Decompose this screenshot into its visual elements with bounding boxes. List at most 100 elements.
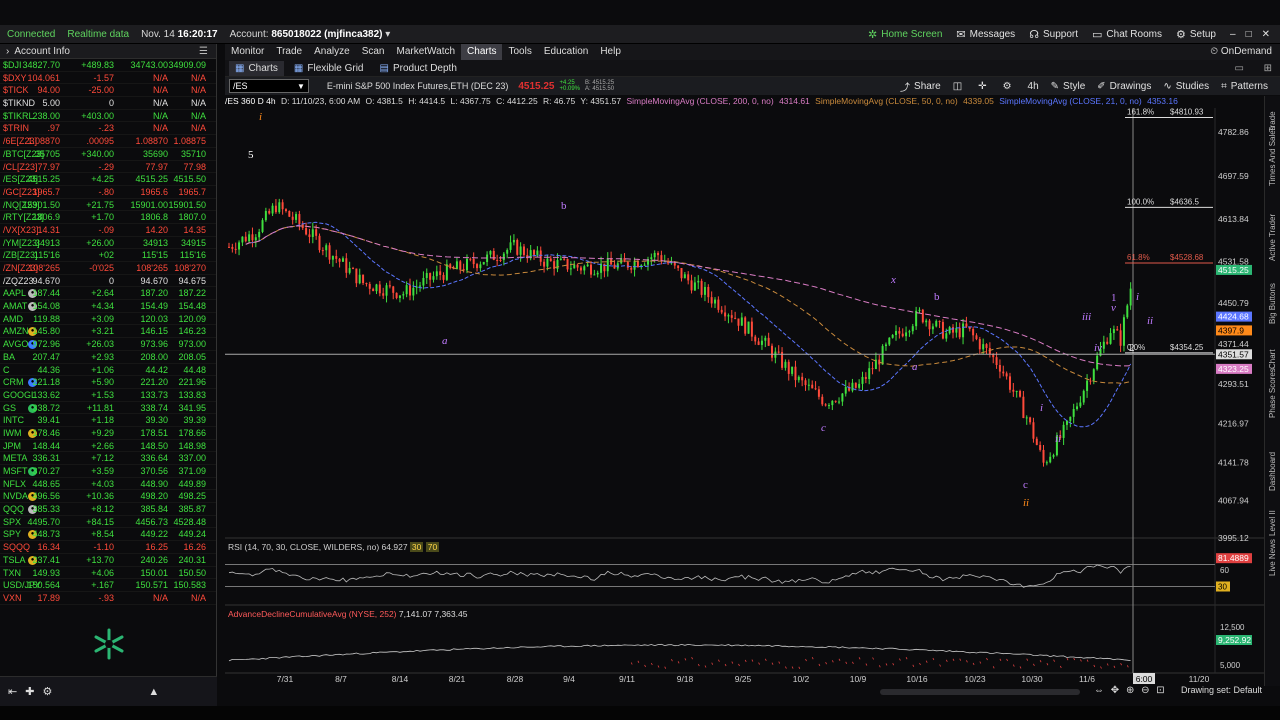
- watchlist-symbol[interactable]: NFLX: [3, 478, 26, 491]
- watchlist-symbol[interactable]: VXN: [3, 592, 22, 605]
- watchlist-row[interactable]: CRM ● 221.18 +5.90 221.20 221.96: [0, 376, 216, 389]
- account-info-header[interactable]: › Account Info ☰: [0, 44, 216, 59]
- watchlist-row[interactable]: /YM[Z23] 34913 +26.00 34913 34915: [0, 237, 216, 250]
- watchlist-symbol[interactable]: $TICK: [3, 84, 29, 97]
- watchlist-row[interactable]: /ES[Z23] 4515.25 +4.25 4515.25 4515.50: [0, 173, 216, 186]
- fit-icon[interactable]: ⇔: [1094, 685, 1104, 696]
- watchlist-symbol[interactable]: QQQ: [3, 503, 24, 516]
- watchlist-symbol[interactable]: $TIKND: [3, 97, 35, 110]
- studies-button[interactable]: ∿ Studies: [1163, 81, 1209, 92]
- scroll-up-icon[interactable]: ▲: [148, 686, 159, 698]
- tab-product-depth[interactable]: ▤ Product Depth: [374, 61, 463, 76]
- zoom-in-icon[interactable]: ⊕: [1126, 685, 1134, 696]
- collapse-icon[interactable]: ⇤: [8, 685, 17, 698]
- horizontal-scrollbar[interactable]: [880, 689, 1080, 695]
- sma50-label[interactable]: SimpleMovingAvg (CLOSE, 50, 0, no): [815, 96, 958, 106]
- watchlist-symbol[interactable]: BA: [3, 351, 15, 364]
- watchlist-row[interactable]: META 336.31 +7.12 336.64 337.00: [0, 452, 216, 465]
- timeframe-select[interactable]: 4h: [1028, 81, 1039, 92]
- watchlist-symbol[interactable]: C: [3, 364, 10, 377]
- watchlist-row[interactable]: SQQQ 16.34 -1.10 16.25 16.26: [0, 541, 216, 554]
- watchlist-row[interactable]: BA 207.47 +2.93 208.00 208.05: [0, 351, 216, 364]
- dropdown-icon[interactable]: ▼: [297, 82, 305, 91]
- watchlist-row[interactable]: TXN 149.93 +4.06 150.01 150.50: [0, 567, 216, 580]
- reset-icon[interactable]: ⊡: [1156, 685, 1164, 696]
- add-icon[interactable]: ✚: [25, 685, 34, 698]
- move-icon[interactable]: ✥: [1111, 685, 1119, 696]
- menu-charts[interactable]: Charts: [461, 44, 503, 60]
- watchlist-symbol[interactable]: AVGO: [3, 338, 28, 351]
- ondemand-button[interactable]: ⏲ OnDemand: [1210, 44, 1272, 60]
- menu-tools[interactable]: Tools: [502, 44, 537, 60]
- watchlist-symbol[interactable]: AAPL: [3, 287, 26, 300]
- watchlist-row[interactable]: AAPL ● 187.44 +2.64 187.20 187.22: [0, 287, 216, 301]
- menu-education[interactable]: Education: [538, 44, 594, 60]
- watchlist-row[interactable]: $DJI 34827.70 +489.83 34743.00 34909.09: [0, 59, 216, 72]
- watchlist-symbol[interactable]: SQQQ: [3, 541, 30, 554]
- watchlist-symbol[interactable]: $TIKRL: [3, 110, 34, 123]
- watchlist-symbol[interactable]: META: [3, 452, 27, 465]
- watchlist-symbol[interactable]: AMD: [3, 313, 23, 326]
- tab-flexible-grid[interactable]: ▦ Flexible Grid: [288, 61, 370, 76]
- zoom-out-icon[interactable]: ⊖: [1141, 685, 1149, 696]
- watchlist-row[interactable]: /RTY[Z23] 1806.9 +1.70 1806.8 1807.0: [0, 211, 216, 224]
- watchlist-row[interactable]: $TICK 94.00 -25.00 N/A N/A: [0, 84, 216, 98]
- maximize-icon[interactable]: □: [1246, 29, 1252, 40]
- watchlist-row[interactable]: /NQ[Z23] 15901.50 +21.75 15901.00 15901.50: [0, 199, 216, 212]
- crosshair-button[interactable]: ✛: [978, 81, 990, 92]
- snapshot-button[interactable]: ◫: [953, 81, 966, 92]
- menu-analyze[interactable]: Analyze: [308, 44, 356, 60]
- watchlist-row[interactable]: /ZB[Z23] 115'16 +02 115'15 115'16: [0, 249, 216, 262]
- watchlist-row[interactable]: QQQ ● 385.33 +8.12 385.84 385.87: [0, 503, 216, 516]
- watchlist-row[interactable]: NVDA ● 496.56 +10.36 498.20 498.25: [0, 490, 216, 504]
- watchlist-row[interactable]: AMAT ● 154.08 +4.34 154.49 154.48: [0, 300, 216, 313]
- watchlist-symbol[interactable]: IWM: [3, 427, 22, 440]
- rsi-label[interactable]: RSI (14, 70, 30, CLOSE, WILDERS, no): [228, 542, 379, 552]
- watchlist-row[interactable]: TSLA ● 237.41 +13.70 240.26 240.31: [0, 554, 216, 567]
- watchlist-row[interactable]: $TRIN .97 -.23 N/A N/A: [0, 122, 216, 136]
- watchlist-row[interactable]: /6E[Z23] 1.08870.00095 1.08870 1.08875: [0, 135, 216, 148]
- watchlist-row[interactable]: /ZQZ23 94.670 0 94.670 94.675: [0, 275, 216, 288]
- sma21-label[interactable]: SimpleMovingAvg (CLOSE, 21, 0, no): [999, 96, 1142, 106]
- watchlist-row[interactable]: /BTC[Z23] 35705 +340.00 35690 35710: [0, 148, 216, 161]
- account-display[interactable]: Account: 865018022 (mjfinca382) ▾: [230, 29, 391, 40]
- watchlist-row[interactable]: INTC 39.41 +1.18 39.30 39.39: [0, 414, 216, 427]
- watchlist-row[interactable]: /CL[Z23] 77.97 -.29 77.97 77.98: [0, 161, 216, 174]
- menu-help[interactable]: Help: [594, 44, 627, 60]
- watchlist-symbol[interactable]: GS: [3, 402, 16, 415]
- menu-monitor[interactable]: Monitor: [225, 44, 270, 60]
- watchlist-row[interactable]: SPX 4495.70 +84.15 4456.73 4528.48: [0, 516, 216, 529]
- watchlist-symbol[interactable]: CRM: [3, 376, 24, 389]
- watchlist-row[interactable]: JPM 148.44 +2.66 148.50 148.98: [0, 440, 216, 453]
- watchlist-symbol[interactable]: TXN: [3, 567, 21, 580]
- menu-trade[interactable]: Trade: [270, 44, 308, 60]
- drawings-button[interactable]: ✐ Drawings: [1097, 81, 1151, 92]
- watchlist-row[interactable]: /ZN[Z23] 108'265 -0'025 108'265 108'270: [0, 262, 216, 275]
- sma200-label[interactable]: SimpleMovingAvg (CLOSE, 200, 0, no): [626, 96, 773, 106]
- watchlist-symbol[interactable]: TSLA: [3, 554, 26, 567]
- watchlist-row[interactable]: AMZN ● 145.80 +3.21 146.15 146.23: [0, 325, 216, 339]
- watchlist-symbol[interactable]: INTC: [3, 414, 24, 427]
- price-chart[interactable]: 4782.864697.594613.844531.584450.794371.…: [225, 108, 1265, 688]
- grid-layout-icon[interactable]: ⊞: [1264, 63, 1272, 74]
- watchlist-symbol[interactable]: $TRIN: [3, 122, 29, 135]
- watchlist-row[interactable]: AVGO ● 972.96 +26.03 973.96 973.00: [0, 338, 216, 351]
- tab-charts[interactable]: ▦ Charts: [229, 60, 284, 76]
- watchlist-symbol[interactable]: /VX[X23]: [3, 224, 39, 237]
- watchlist-row[interactable]: /GC[Z23] 1965.7 -.80 1965.6 1965.7: [0, 186, 216, 199]
- watchlist-row[interactable]: IWM ● 178.46 +9.29 178.51 178.66: [0, 427, 216, 440]
- watchlist-row[interactable]: VXN 17.89 -.93 N/A N/A: [0, 592, 216, 605]
- menu-icon[interactable]: ☰: [199, 46, 208, 57]
- layout-icon[interactable]: ▭: [1235, 63, 1244, 74]
- watchlist-symbol[interactable]: /ZQZ23: [3, 275, 34, 288]
- minimize-icon[interactable]: –: [1230, 29, 1236, 40]
- watchlist-row[interactable]: C 44.36 +1.06 44.42 44.48: [0, 364, 216, 377]
- menu-scan[interactable]: Scan: [356, 44, 391, 60]
- watchlist-symbol[interactable]: GOOGL: [3, 389, 36, 402]
- watchlist-row[interactable]: /VX[X23] 14.31 -.09 14.20 14.35: [0, 224, 216, 237]
- watchlist-symbol[interactable]: /CL[Z23]: [3, 161, 38, 174]
- watchlist-symbol[interactable]: AMAT: [3, 300, 27, 313]
- support-button[interactable]: ☊ Support: [1029, 28, 1078, 41]
- watchlist-symbol[interactable]: SPX: [3, 516, 21, 529]
- watchlist-symbol[interactable]: /ZB[Z23]: [3, 249, 38, 262]
